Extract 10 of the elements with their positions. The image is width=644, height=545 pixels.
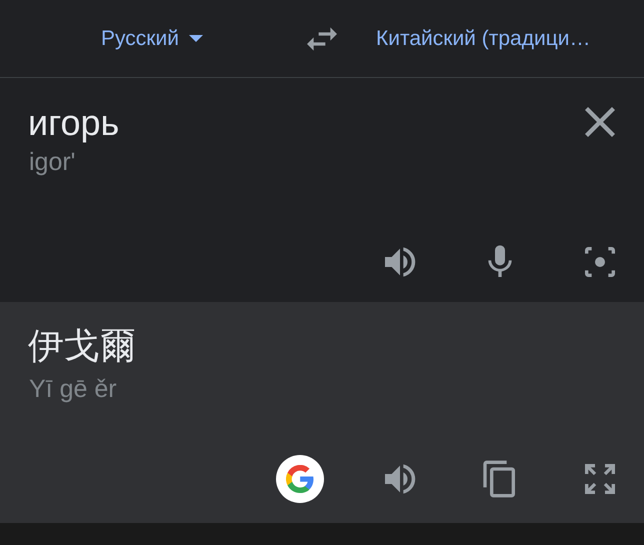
g-logo-icon <box>286 465 314 493</box>
close-icon <box>585 107 615 137</box>
input-text: игорь <box>27 101 120 144</box>
source-language-button[interactable]: Русский <box>93 26 209 52</box>
caret-icon <box>188 35 203 42</box>
target-language-button[interactable]: Китайский (традици… <box>342 26 596 52</box>
transliteration-text: igor' <box>28 147 76 177</box>
g-logo-button[interactable] <box>276 455 324 503</box>
translation-text: 伊戈爾 <box>27 324 136 368</box>
romanization-text: Yī gē ěr <box>28 374 117 404</box>
